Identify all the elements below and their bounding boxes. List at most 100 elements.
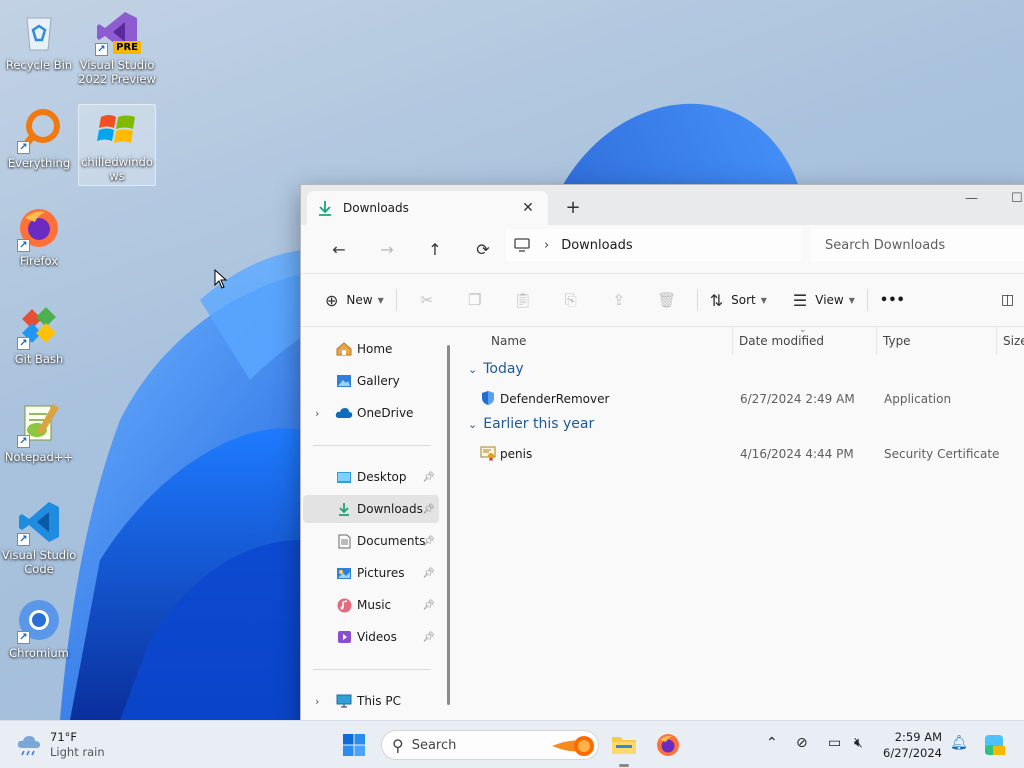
chevron-down-icon: ▼: [848, 295, 855, 305]
desktop-icon-chromium[interactable]: ↗ Chromium: [0, 596, 78, 660]
clock-date: 6/27/2024: [883, 746, 942, 760]
nav-label: Downloads: [357, 502, 423, 516]
view-label: View: [815, 293, 844, 307]
volume-muted-icon[interactable]: 🔇︎: [854, 735, 863, 751]
desktop-icon-vscode[interactable]: ↗ Visual Studio Code: [0, 498, 78, 576]
search-input[interactable]: Search Downloads: [811, 229, 1024, 261]
more-options-button[interactable]: •••: [874, 284, 911, 316]
up-button[interactable]: ↑: [411, 234, 459, 264]
nav-item-gallery[interactable]: Gallery: [303, 367, 439, 395]
copy-icon[interactable]: ❐: [451, 284, 499, 316]
file-row[interactable]: DefenderRemover 6/27/2024 2:49 AM Applic…: [456, 387, 1024, 411]
delete-icon[interactable]: 🗑︎: [643, 284, 691, 316]
nav-item-desktop[interactable]: Desktop 📌︎: [303, 463, 439, 491]
file-date: 6/27/2024 2:49 AM: [740, 392, 855, 406]
nav-item-home[interactable]: Home: [303, 335, 439, 363]
forward-button[interactable]: →: [363, 234, 411, 264]
details-pane-icon[interactable]: ◫: [1001, 292, 1014, 308]
view-button[interactable]: ☰ View ▼: [787, 284, 861, 316]
copilot-button[interactable]: [980, 731, 1008, 759]
group-label: Earlier this year: [483, 416, 595, 432]
sort-icon: ⇅: [709, 290, 724, 310]
group-header-today[interactable]: ⌄ Today: [468, 361, 524, 377]
clock[interactable]: 2:59 AM 6/27/2024: [872, 729, 942, 761]
sort-button[interactable]: ⇅ Sort ▼: [704, 284, 773, 316]
desktop-icon-firefox[interactable]: ↗ Firefox: [0, 204, 78, 268]
paste-icon[interactable]: 📋︎: [499, 284, 547, 316]
new-tab-button[interactable]: +: [563, 197, 583, 218]
nav-scrollbar[interactable]: [447, 345, 450, 705]
nav-item-downloads[interactable]: Downloads 📌︎: [303, 495, 439, 523]
pin-icon: 📌︎: [422, 567, 435, 579]
tab-downloads[interactable]: Downloads ✕: [307, 191, 548, 225]
column-size[interactable]: Size: [1003, 334, 1024, 348]
nav-item-this-pc[interactable]: › This PC: [303, 687, 439, 715]
new-button[interactable]: ⊕ New ▼: [319, 284, 390, 316]
desktop-icon-git-bash[interactable]: ↗ Git Bash: [0, 302, 78, 366]
notification-bell-icon[interactable]: 🔔︎: [950, 735, 968, 751]
group-header-earlier-this-year[interactable]: ⌄ Earlier this year: [468, 416, 594, 432]
shortcut-arrow-icon: ↗: [17, 337, 30, 350]
column-date-modified[interactable]: Date modified: [739, 334, 824, 348]
network-disconnected-icon[interactable]: ⊘: [796, 735, 808, 751]
file-date: 4/16/2024 4:44 PM: [740, 447, 854, 461]
desktop-icon-everything[interactable]: ↗ Everything: [0, 106, 78, 170]
music-icon: [335, 597, 353, 613]
rename-icon[interactable]: ⎘: [547, 284, 595, 316]
onedrive-cloud-icon: [335, 405, 353, 421]
desktop-icon-chilledwindows[interactable]: chilledwindows: [78, 104, 156, 186]
display-icon[interactable]: ▭: [828, 735, 841, 751]
minimize-button[interactable]: —: [965, 191, 978, 206]
desktop-icon-visual-studio[interactable]: ↗ PRE Visual Studio 2022 Preview: [78, 8, 156, 86]
visual-studio-icon: ↗ PRE: [93, 8, 141, 56]
desktop-icon-recycle-bin[interactable]: Recycle Bin: [0, 8, 78, 72]
desktop-icon-notepadpp[interactable]: ↗ Notepad++: [0, 400, 78, 464]
shortcut-arrow-icon: ↗: [95, 43, 108, 56]
cut-icon[interactable]: ✂: [403, 284, 451, 316]
download-arrow-icon: [319, 201, 331, 216]
file-explorer-window: Downloads ✕ + — ☐ ← → ↑ ⟳ › Downloads Se…: [300, 184, 1024, 724]
file-row[interactable]: penis 4/16/2024 4:44 PM Security Certifi…: [456, 442, 1024, 466]
nav-item-videos[interactable]: Videos 📌︎: [303, 623, 439, 651]
nav-item-pictures[interactable]: Pictures 📌︎: [303, 559, 439, 587]
desktop-icon-label: Git Bash: [14, 352, 64, 366]
maximize-button[interactable]: ☐: [1011, 191, 1023, 206]
nav-label: Documents: [357, 534, 426, 548]
chevron-right-icon[interactable]: ›: [315, 407, 319, 420]
weather-widget[interactable]: 71°F Light rain: [16, 730, 105, 760]
desktop-icon-label: Chromium: [9, 646, 69, 660]
column-type[interactable]: Type: [883, 334, 911, 348]
column-divider[interactable]: [996, 327, 997, 355]
monitor-icon: [514, 238, 530, 252]
share-icon[interactable]: ⇪: [595, 284, 643, 316]
column-divider[interactable]: [876, 327, 877, 355]
breadcrumb[interactable]: › Downloads: [506, 229, 801, 261]
desktop-icon-label: Visual Studio Code: [1, 548, 77, 576]
search-icon: ⚲: [392, 735, 404, 755]
back-button[interactable]: ←: [315, 234, 363, 264]
close-tab-icon[interactable]: ✕: [518, 200, 538, 216]
nav-item-onedrive[interactable]: › OneDrive: [303, 399, 439, 427]
chevron-right-icon[interactable]: ›: [315, 695, 319, 708]
breadcrumb-downloads[interactable]: Downloads: [561, 238, 632, 253]
shortcut-arrow-icon: ↗: [17, 141, 30, 154]
group-label: Today: [483, 361, 524, 377]
nav-label: Videos: [357, 630, 397, 644]
active-app-indicator: [619, 764, 629, 767]
chevron-down-icon: ⌄: [468, 417, 478, 431]
taskbar-firefox[interactable]: [654, 731, 682, 759]
nav-item-music[interactable]: Music 📌︎: [303, 591, 439, 619]
column-name[interactable]: Name: [491, 334, 526, 348]
taskbar-file-explorer[interactable]: [610, 731, 638, 767]
refresh-button[interactable]: ⟳: [459, 234, 507, 264]
nav-item-documents[interactable]: Documents 📌︎: [303, 527, 439, 555]
taskbar-search-box[interactable]: ⚲ Search: [381, 730, 599, 760]
desktop-icon-label: Notepad++: [4, 450, 74, 464]
desktop-icon-label: Visual Studio 2022 Preview: [78, 58, 156, 86]
rain-cloud-icon: [17, 736, 40, 756]
shortcut-arrow-icon: ↗: [17, 533, 30, 546]
column-divider[interactable]: [732, 327, 733, 355]
show-hidden-icons-chevron-up-icon[interactable]: ⌃: [766, 735, 778, 751]
divider: [313, 445, 431, 446]
windows-start-icon[interactable]: [342, 733, 366, 757]
